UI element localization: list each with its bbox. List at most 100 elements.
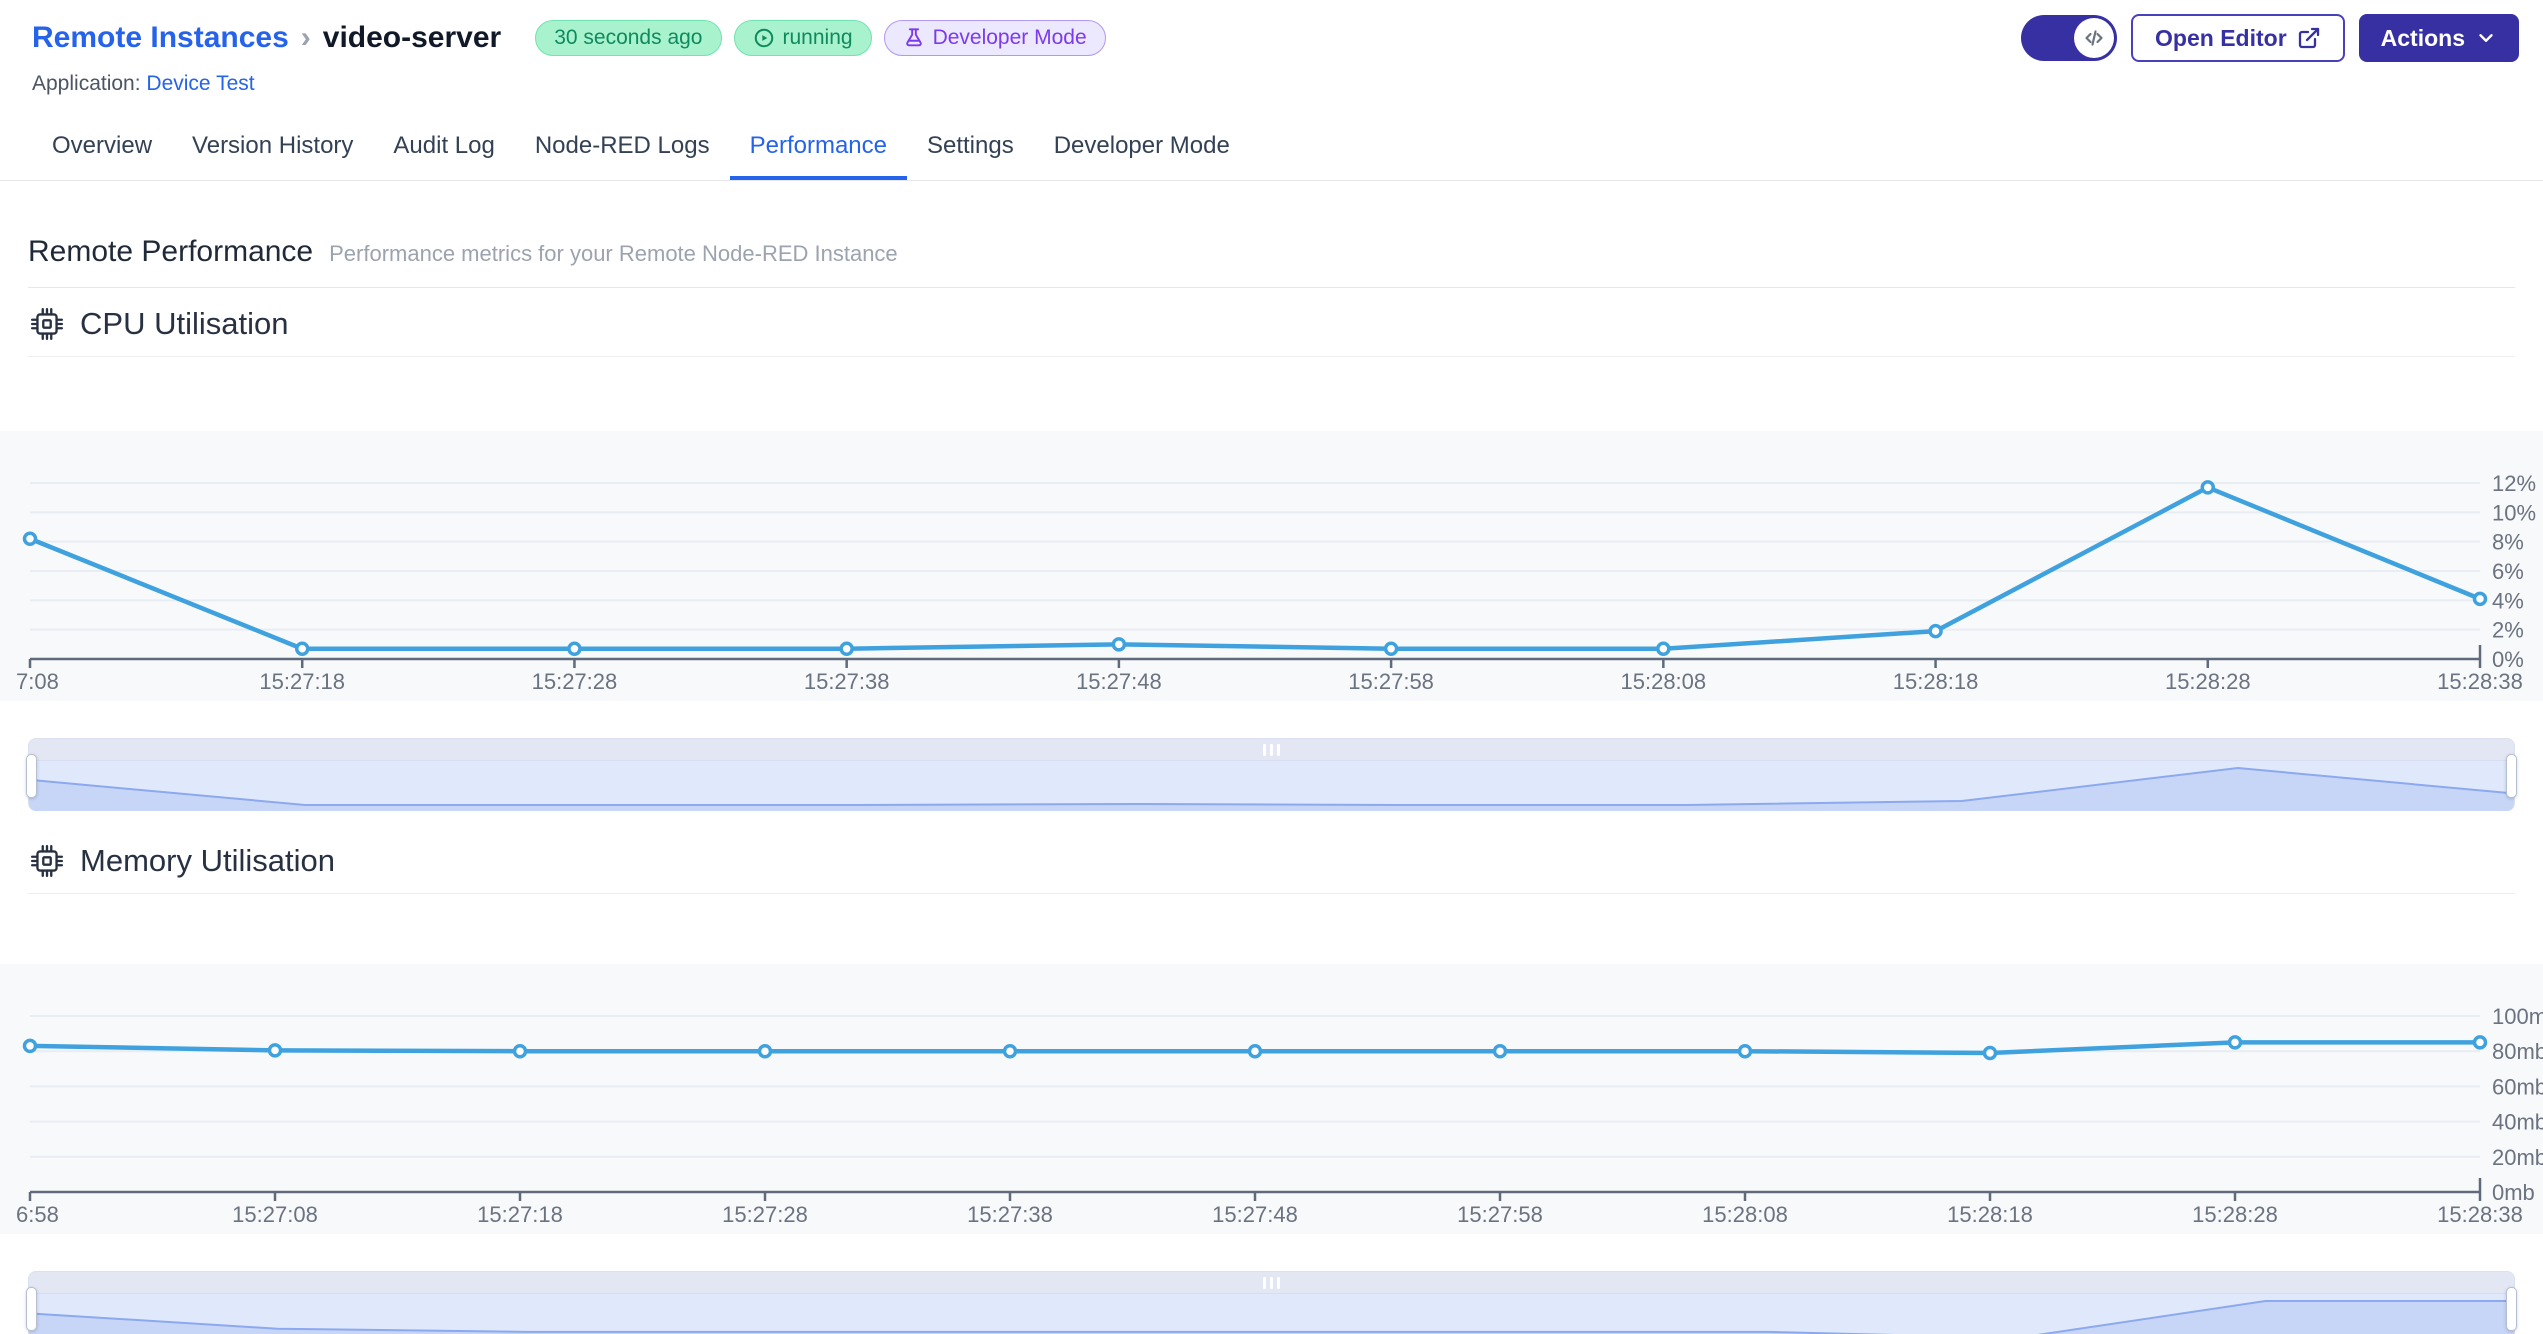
grip-icon[interactable] — [1263, 743, 1280, 756]
memory-brush-minimap[interactable] — [29, 1294, 2514, 1334]
x-tick-label: 15:28:28 — [2192, 1202, 2278, 1227]
tab-audit-log[interactable]: Audit Log — [373, 116, 514, 180]
memory-utilisation-chart: 0mb20mb40mb60mb80mb100mb6:5815:27:0815:2… — [0, 964, 2543, 1234]
data-point[interactable] — [1737, 1043, 1753, 1059]
developer-mode-badge: Developer Mode — [883, 20, 1106, 56]
page-title: Remote Performance — [28, 235, 314, 268]
x-tick-label: 15:28:18 — [1893, 669, 1979, 694]
cpu-brush-handle-right[interactable] — [2506, 754, 2517, 798]
data-point[interactable] — [22, 531, 38, 546]
data-point[interactable] — [839, 641, 854, 656]
running-status-badge: running — [733, 20, 872, 56]
chart-background — [0, 431, 2543, 701]
performance-content: Remote Performance Performance metrics f… — [0, 181, 2543, 1334]
x-tick-label: 15:27:28 — [722, 1202, 808, 1227]
tab-settings[interactable]: Settings — [907, 116, 1034, 180]
data-point[interactable] — [1002, 1043, 1018, 1059]
data-point[interactable] — [1383, 641, 1399, 656]
running-status-label: running — [782, 26, 853, 49]
cpu-section: CPU Utilisation 0% 2% 4% 6% 8% 10% 12% 7:08 15:2… — [0, 288, 2543, 811]
memory-chart-brush[interactable] — [26, 1271, 2517, 1334]
data-point[interactable] — [22, 1038, 38, 1054]
breadcrumb-instance-name: video-server — [322, 21, 502, 54]
data-point[interactable] — [267, 1043, 283, 1058]
x-tick-label: 15:27:18 — [259, 669, 345, 694]
y-tick-label: 10% — [2492, 500, 2536, 525]
x-tick-label: 15:27:58 — [1348, 669, 1434, 694]
open-editor-button[interactable]: Open Editor — [2131, 14, 2345, 62]
tab-developer-mode[interactable]: Developer Mode — [1034, 116, 1250, 180]
x-tick-label: 7:08 — [16, 669, 59, 694]
data-point[interactable] — [1111, 637, 1127, 652]
x-tick-label: 15:27:58 — [1457, 1202, 1543, 1227]
data-point[interactable] — [1247, 1043, 1263, 1059]
data-point[interactable] — [757, 1043, 773, 1059]
breadcrumb-separator: › — [300, 21, 311, 54]
x-tick-label: 15:28:28 — [2165, 669, 2251, 694]
y-tick-label: 40mb — [2492, 1110, 2543, 1135]
developer-mode-label: Developer Mode — [932, 26, 1087, 49]
grip-icon[interactable] — [1263, 1276, 1280, 1289]
x-tick-label: 15:27:08 — [232, 1202, 318, 1227]
x-tick-label: 15:28:38 — [2437, 669, 2523, 694]
x-tick-label: 15:28:18 — [1947, 1202, 2033, 1227]
flask-icon — [905, 28, 922, 47]
x-tick-label: 15:28:38 — [2437, 1202, 2523, 1227]
actions-label: Actions — [2380, 24, 2465, 51]
cpu-chart-brush[interactable] — [26, 738, 2517, 811]
open-editor-label: Open Editor — [2155, 24, 2287, 51]
brush-minimap-chart — [29, 1300, 2514, 1334]
status-badges: 30 seconds ago running Developer Mode — [535, 20, 1106, 56]
tab-node-red-logs[interactable]: Node-RED Logs — [515, 116, 730, 180]
x-tick-label: 15:27:28 — [532, 669, 618, 694]
memory-chip-icon — [30, 844, 64, 878]
data-point[interactable] — [294, 641, 310, 656]
data-point[interactable] — [2472, 1035, 2488, 1050]
cpu-brush-handle-left[interactable] — [26, 754, 37, 798]
y-tick-label: 100mb — [2492, 1004, 2543, 1029]
memory-brush-handle-right[interactable] — [2506, 1287, 2517, 1331]
breadcrumb-remote-instances[interactable]: Remote Instances — [32, 21, 289, 55]
tab-overview[interactable]: Overview — [32, 116, 172, 180]
brush-minimap-chart — [29, 766, 2514, 811]
cpu-section-title: CPU Utilisation — [80, 306, 289, 341]
y-tick-label: 8% — [2492, 530, 2524, 555]
chart-background — [0, 964, 2543, 1234]
developer-mode-toggle[interactable] — [2021, 15, 2118, 61]
application-link[interactable]: Device Test — [146, 72, 254, 95]
data-point[interactable] — [1492, 1043, 1508, 1059]
x-tick-label: 15:28:08 — [1621, 669, 1707, 694]
data-point[interactable] — [1982, 1045, 1998, 1061]
memory-section: Memory Utilisation 0mb 20mb 40mb 60mb 80mb 10… — [0, 825, 2543, 1334]
cpu-utilisation-chart: 0%2%4%6%8%10%12%7:08 15:27:18 15:27:28 15:2… — [0, 431, 2543, 701]
cpu-chip-icon — [30, 307, 64, 341]
y-tick-label: 12% — [2492, 471, 2536, 496]
memory-brush-handle-left[interactable] — [26, 1287, 37, 1331]
data-point[interactable] — [512, 1043, 528, 1059]
external-link-icon — [2298, 27, 2319, 49]
y-tick-label: 80mb — [2492, 1039, 2543, 1064]
memory-brush-drag-strip[interactable] — [29, 1272, 2514, 1294]
data-point[interactable] — [2227, 1035, 2243, 1050]
x-tick-label: 6:58 — [16, 1202, 59, 1227]
actions-button[interactable]: Actions — [2358, 14, 2519, 62]
cpu-brush-drag-strip[interactable] — [29, 739, 2514, 761]
data-point[interactable] — [567, 641, 582, 656]
data-point[interactable] — [2200, 480, 2216, 495]
tab-bar: Overview Version History Audit Log Node-RED… — [0, 116, 2543, 181]
play-circle-icon — [754, 28, 773, 48]
tab-version-history[interactable]: Version History — [172, 116, 373, 180]
data-point[interactable] — [2472, 591, 2488, 607]
memory-section-title: Memory Utilisation — [80, 843, 335, 878]
tab-performance[interactable]: Performance — [729, 116, 907, 180]
x-tick-label: 15:28:08 — [1702, 1202, 1788, 1227]
data-point[interactable] — [1656, 641, 1671, 656]
x-tick-label: 15:27:48 — [1076, 669, 1162, 694]
last-seen-badge: 30 seconds ago — [535, 20, 722, 56]
x-tick-label: 15:27:18 — [477, 1202, 563, 1227]
cpu-brush-minimap[interactable] — [29, 761, 2514, 811]
x-tick-label: 15:27:38 — [804, 669, 890, 694]
page-subtitle: Performance metrics for your Remote Node… — [329, 241, 898, 266]
chevron-down-icon — [2479, 34, 2493, 42]
data-point[interactable] — [1928, 623, 1943, 639]
